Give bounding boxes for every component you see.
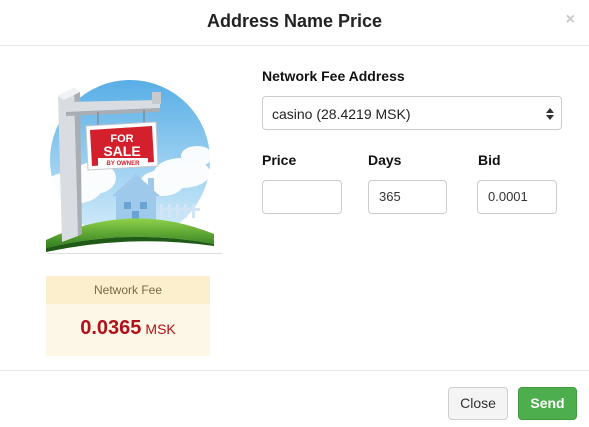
bid-input[interactable]: 0.0001: [477, 180, 557, 214]
fee-address-selected-value: casino (28.4219 MSK): [272, 106, 411, 122]
network-fee-label: Network Fee: [46, 276, 210, 304]
bid-label: Bid: [478, 152, 501, 168]
address-name-price-dialog: Address Name Price × FOR SALE BY OWNER N…: [0, 0, 589, 427]
fee-address-label: Network Fee Address: [262, 68, 405, 84]
network-fee-amount: 0.0365 MSK: [46, 317, 210, 340]
close-button[interactable]: Close: [448, 387, 508, 420]
dialog-header: Address Name Price ×: [0, 0, 589, 46]
days-input[interactable]: 365: [368, 180, 447, 214]
footer-divider: [0, 370, 589, 371]
dialog-title: Address Name Price: [206, 11, 383, 31]
send-button[interactable]: Send: [518, 387, 577, 420]
illustration-divider: [47, 253, 222, 254]
select-arrows-icon: [546, 108, 554, 120]
sign-text-sale: SALE: [103, 143, 140, 159]
fee-address-select[interactable]: casino (28.4219 MSK): [262, 96, 562, 130]
price-input[interactable]: [262, 180, 342, 214]
days-label: Days: [368, 152, 402, 168]
network-fee-box: Network Fee 0.0365 MSK: [46, 276, 210, 356]
price-label: Price: [262, 152, 297, 168]
network-fee-unit: MSK: [145, 321, 176, 337]
for-sale-sign-illustration: FOR SALE BY OWNER: [42, 80, 214, 252]
sign-text-by-owner: BY OWNER: [107, 161, 141, 167]
close-icon[interactable]: ×: [566, 12, 575, 28]
network-fee-value: 0.0365: [80, 317, 142, 339]
